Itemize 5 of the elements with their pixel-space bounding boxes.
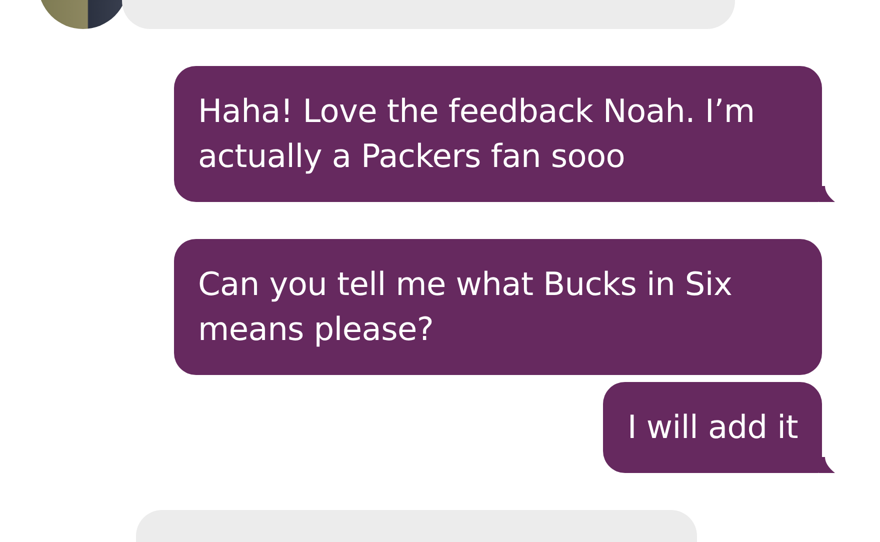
- bubble-tail: [819, 186, 835, 202]
- bubble-tail: [819, 457, 835, 473]
- outgoing-message-bubble: Haha! Love the feedback Noah. I’m actually a Packers fan sooo: [174, 66, 822, 202]
- outgoing-message-bubble: I will add it: [603, 382, 822, 473]
- outgoing-message-bubble: Can you tell me what Bucks in Six means please?: [174, 239, 822, 375]
